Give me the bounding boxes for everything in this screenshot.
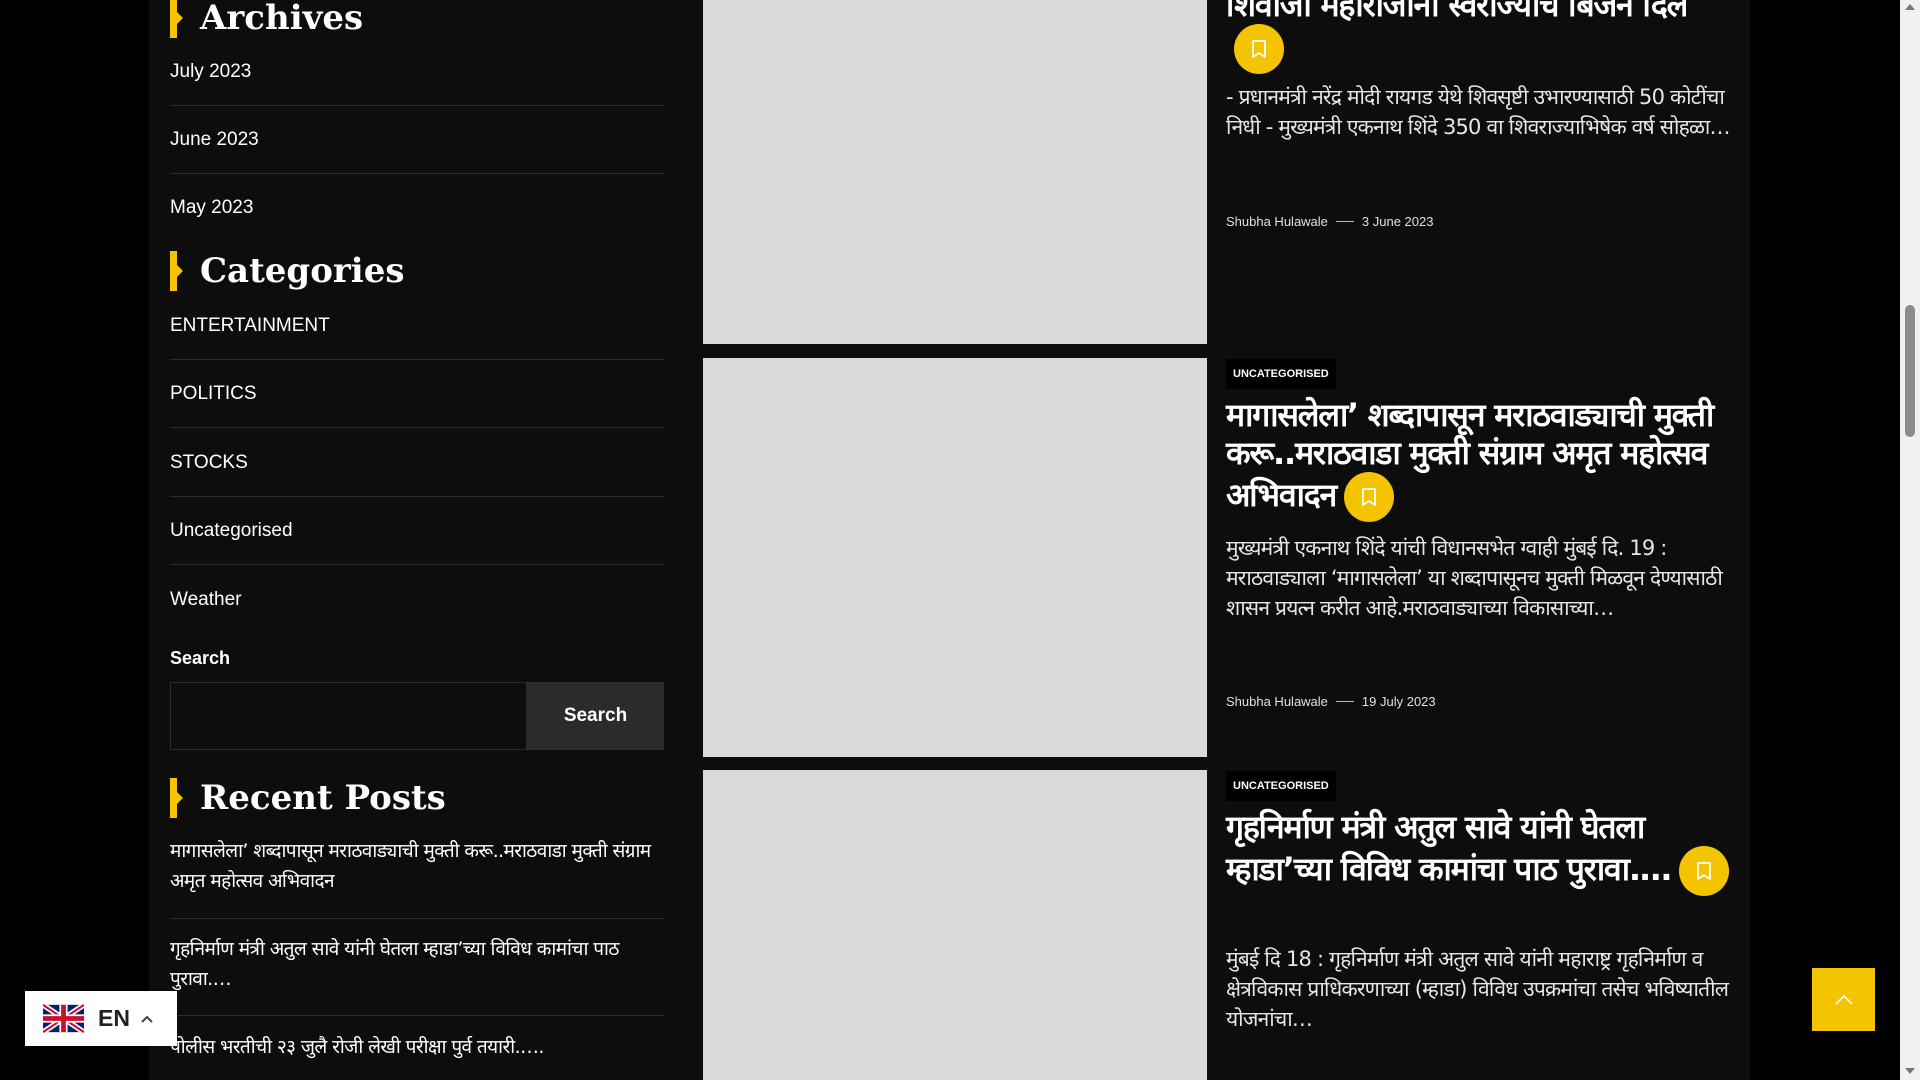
heading-marker-icon	[170, 0, 183, 38]
post-author[interactable]: Shubha Hulawale	[1226, 214, 1328, 229]
byline-separator	[1335, 221, 1354, 222]
bookmark-icon[interactable]	[1344, 472, 1395, 522]
scrollbar-thumb[interactable]	[1905, 305, 1915, 437]
recent-posts-title: Recent Posts	[200, 778, 446, 818]
language-code: EN	[98, 1005, 130, 1031]
archive-item[interactable]: June 2023	[170, 106, 664, 174]
post-thumbnail[interactable]	[703, 358, 1207, 757]
category-item[interactable]: STOCKS	[170, 429, 664, 497]
archives-heading: Archives	[170, 0, 363, 40]
search-input[interactable]	[170, 682, 527, 750]
category-badge[interactable]: UNCATEGORISED	[1226, 359, 1336, 389]
categories-title: Categories	[200, 251, 405, 291]
bookmark-icon[interactable]	[1678, 846, 1729, 896]
post-byline: Shubha Hulawale 19 July 2023	[1226, 694, 1436, 709]
post-byline: Shubha Hulawale 3 June 2023	[1226, 214, 1433, 229]
chevron-up-icon	[1834, 994, 1853, 1005]
scroll-up-icon[interactable]	[1905, 4, 1915, 10]
categories-heading: Categories	[170, 249, 404, 293]
language-switcher[interactable]: EN	[25, 991, 177, 1046]
archive-item[interactable]: July 2023	[170, 38, 664, 106]
chevron-up-icon	[141, 1015, 153, 1023]
byline-separator	[1335, 701, 1354, 702]
post-date[interactable]: 19 July 2023	[1362, 694, 1436, 709]
post-title[interactable]: शिवाजी महाराजांनी स्वराज्याचे बिजन दिले	[1226, 0, 1731, 74]
recent-post-link[interactable]: गृहनिर्माण मंत्री अतुल सावे यांनी घेतला …	[170, 934, 664, 1016]
scrollbar[interactable]	[1900, 0, 1920, 1080]
post-excerpt: - प्रधानमंत्री नरेंद्र मोदी रायगड येथे श…	[1226, 85, 1731, 139]
category-item[interactable]: ENTERTAINMENT	[170, 292, 664, 360]
archive-item[interactable]: May 2023	[170, 174, 664, 242]
post-excerpt: मुख्यमंत्री एकनाथ शिंदे यांची विधानसभेत …	[1226, 536, 1723, 620]
post-author[interactable]: Shubha Hulawale	[1226, 694, 1328, 709]
search-button[interactable]: Search	[527, 682, 664, 750]
back-to-top-button[interactable]	[1812, 968, 1875, 1031]
category-item[interactable]: Uncategorised	[170, 497, 664, 565]
uk-flag-icon	[43, 1004, 84, 1033]
post-title[interactable]: गृहनिर्माण मंत्री अतुल सावे यांनी घेतला …	[1226, 808, 1731, 896]
heading-marker-icon	[170, 778, 183, 818]
post-excerpt: मुंबई दि 18 : गृहनिर्माण मंत्री अतुल साव…	[1226, 947, 1729, 1031]
search-label: Search	[170, 648, 231, 668]
category-item[interactable]: POLITICS	[170, 360, 664, 428]
archives-title: Archives	[200, 0, 364, 38]
scroll-down-icon[interactable]	[1905, 1068, 1915, 1074]
post-date[interactable]: 3 June 2023	[1362, 214, 1434, 229]
bookmark-icon[interactable]	[1234, 24, 1284, 74]
recent-post-link[interactable]: पोलीस भरतीची २३ जुलै रोजी लेखी परीक्षा प…	[170, 1032, 664, 1072]
post-thumbnail[interactable]	[703, 770, 1207, 1080]
recent-post-link[interactable]: मागासलेला’ शब्दापासून मराठवाड्याची मुक्त…	[170, 836, 664, 919]
category-badge[interactable]: UNCATEGORISED	[1226, 771, 1336, 801]
category-item[interactable]: Weather	[170, 566, 664, 634]
heading-marker-icon	[170, 251, 183, 291]
post-thumbnail[interactable]	[703, 0, 1207, 344]
post-title[interactable]: मागासलेला’ शब्दापासून मराठवाड्याची मुक्त…	[1226, 396, 1731, 522]
recent-posts-heading: Recent Posts	[170, 776, 446, 820]
